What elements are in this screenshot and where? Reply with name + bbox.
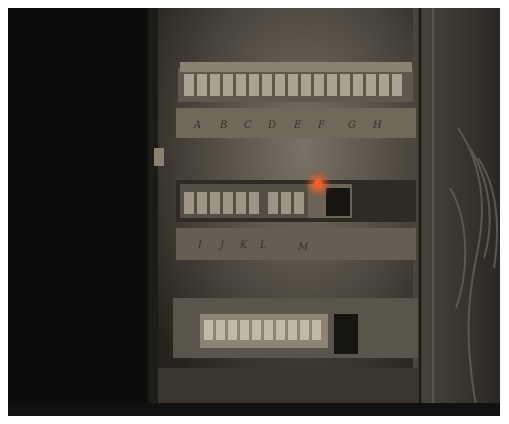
label-m: M <box>297 242 309 253</box>
label-c: C <box>244 120 252 131</box>
door-hinge <box>154 148 164 166</box>
label-d: D <box>267 120 276 131</box>
breaker-panel-photo: A B C D E F G H I J K L M <box>8 8 500 416</box>
breaker-slot <box>326 188 350 216</box>
breaker-row-3 <box>173 298 418 358</box>
label-a: A <box>193 120 201 131</box>
label-h: H <box>372 120 382 131</box>
cabinet-door <box>8 8 158 416</box>
breaker-row-1 <box>178 62 413 102</box>
label-l: L <box>259 240 267 251</box>
label-g: G <box>348 120 356 131</box>
side-wall <box>413 8 500 416</box>
label-strip-2 <box>176 228 416 260</box>
label-e: E <box>293 120 302 131</box>
indicator-led <box>314 180 322 188</box>
label-f: F <box>317 120 326 131</box>
label-b: B <box>219 120 227 131</box>
label-k: K <box>239 240 248 251</box>
breaker-panel-scene: A B C D E F G H I J K L M <box>8 8 500 416</box>
breaker-row-2 <box>176 180 416 222</box>
empty-slot <box>334 314 358 354</box>
label-j: J <box>218 240 225 251</box>
